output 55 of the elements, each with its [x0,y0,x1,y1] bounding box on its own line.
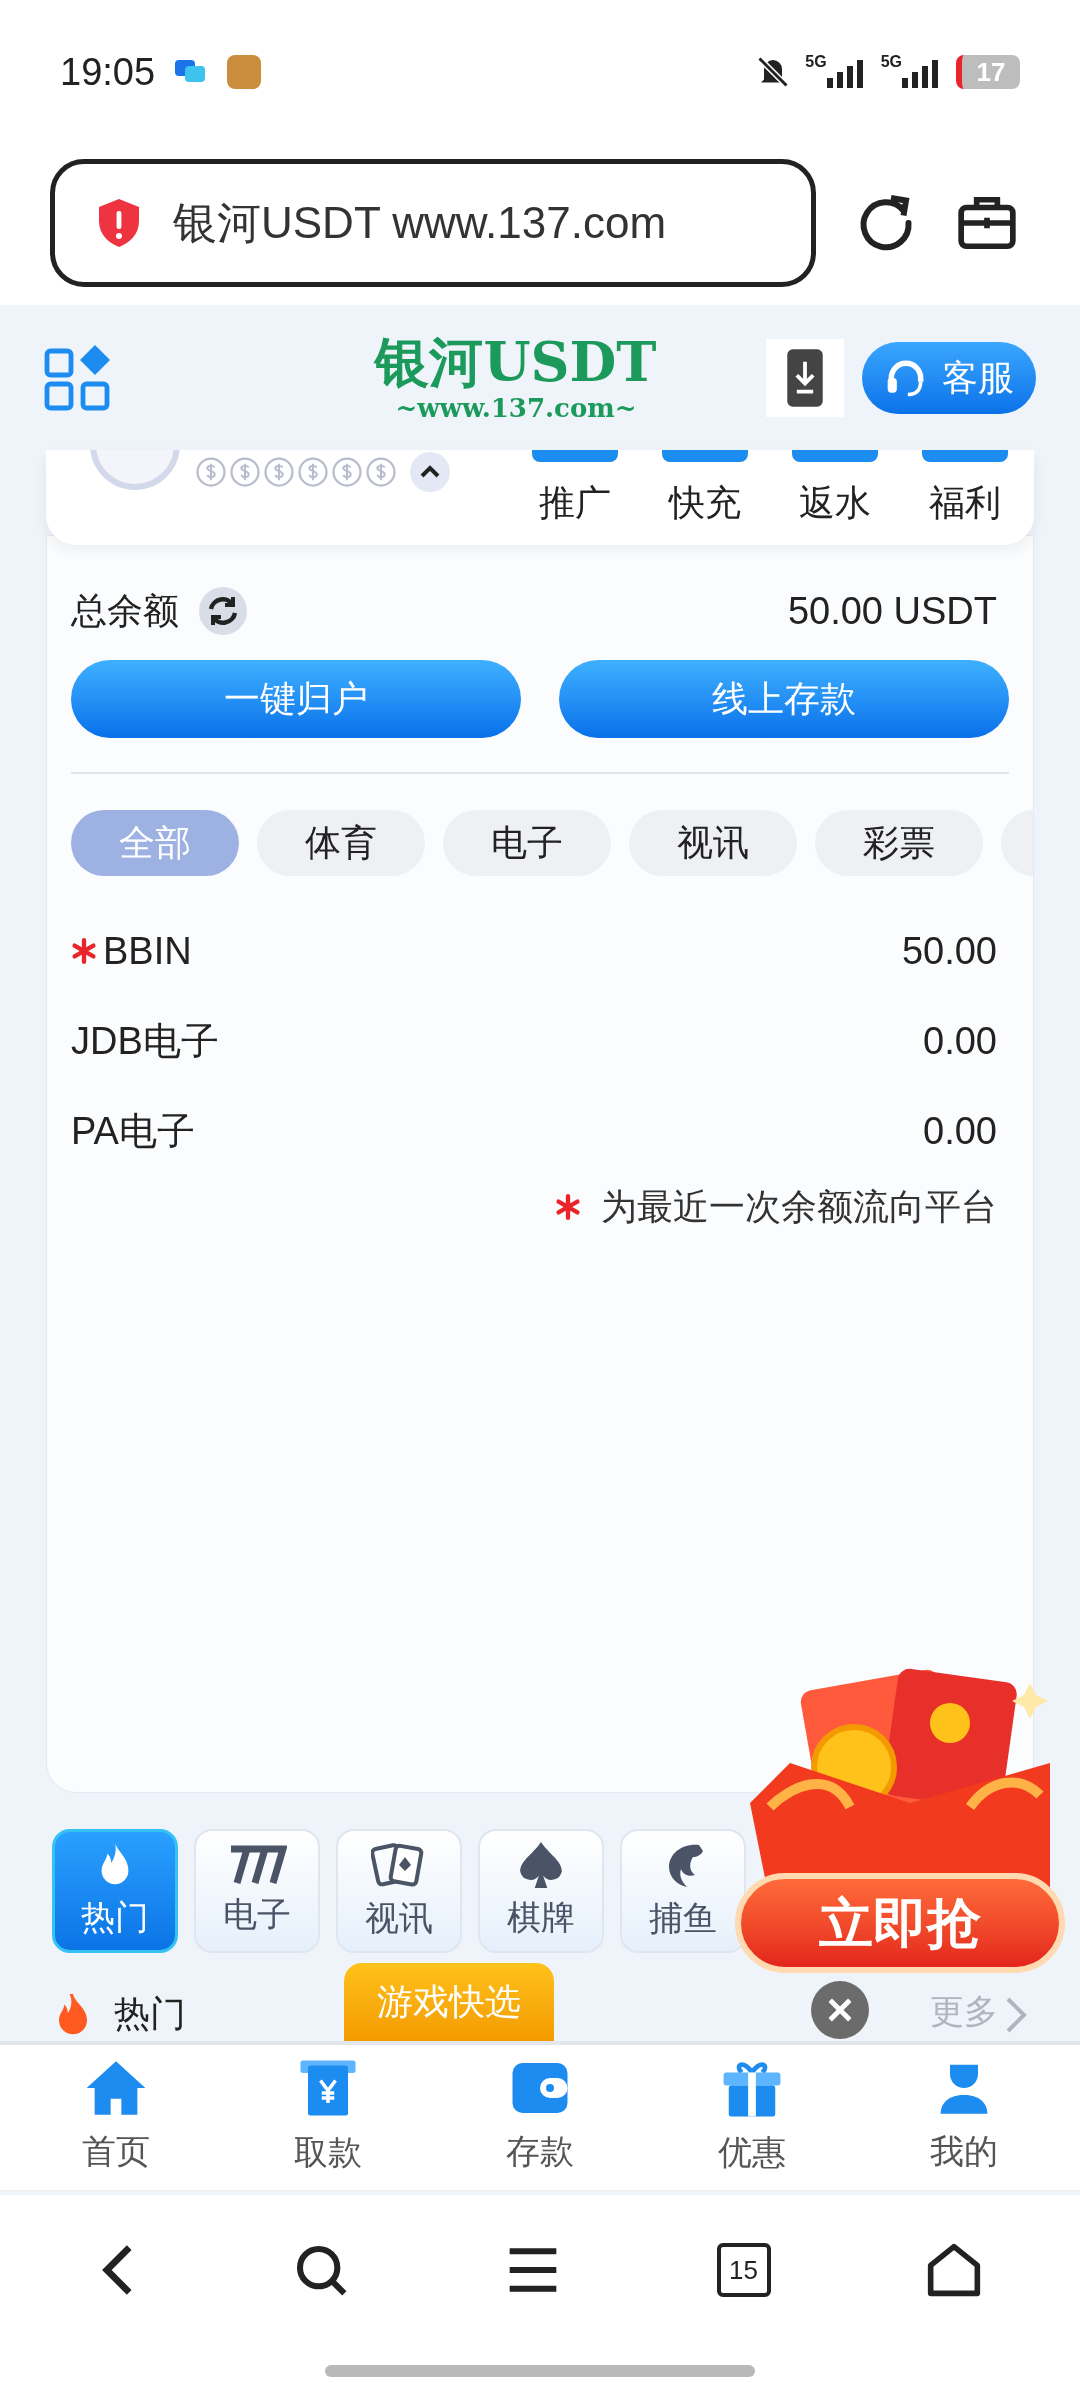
category-tab[interactable]: 棋牌 [478,1829,604,1953]
balance-label: 总余额 [71,589,179,633]
coin-icon [332,457,362,487]
filter-chip[interactable]: 电子 [443,810,611,876]
filter-chip[interactable]: 体育 [257,810,425,876]
category-tab[interactable]: 电子 [194,1829,320,1953]
category-tab[interactable]: 捕鱼 [620,1829,746,1953]
nav-item[interactable]: 我的 [894,2058,1034,2177]
platform-amount: 50.00 [901,928,997,974]
shortcut-link[interactable]: 返水 [799,476,871,530]
download-app-icon [785,347,825,408]
tabs-count-button[interactable]: 15 [716,2243,771,2297]
download-button[interactable] [766,338,844,417]
filter-chip[interactable]: 视讯 [629,810,797,876]
platform-note: 为最近一次余额流向平台 [601,1185,997,1229]
logo-title: 银河USDT [375,331,657,392]
asterisk-icon [71,938,97,964]
platform-name: PA电子 [71,1108,195,1154]
refresh-icon[interactable] [199,587,247,635]
nav-item[interactable]: 取款 [258,2057,398,2178]
category-tab[interactable]: 视讯 [336,1829,462,1953]
nav-item[interactable]: 首页 [46,2058,186,2177]
grab-now-button[interactable]: 立即抢 [735,1873,1065,1973]
close-icon [826,1996,854,2024]
coin-icon [366,457,396,487]
network-type: 5G [805,54,827,70]
asterisk-icon [555,1194,581,1220]
home-icon[interactable] [926,2242,983,2298]
filter-chip[interactable]: 彩票 [815,810,983,876]
platform-name: BBIN [103,928,192,974]
clock: 19:05 [60,49,156,95]
shortcut-link[interactable]: 福利 [929,476,1001,530]
battery-indicator: 17 [956,55,1020,89]
nav-item[interactable]: 优惠 [682,2057,822,2178]
close-button[interactable] [811,1981,869,2039]
logo-subtitle: ~www.137.com~ [395,391,637,424]
address-bar[interactable]: 银河USDT www.137.com [50,158,816,287]
shortcut-link[interactable]: 推广 [539,476,611,530]
platform-amount: 0.00 [923,1018,997,1064]
category-tab[interactable]: 热门 [52,1829,178,1953]
address-text: 银河USDT www.137.com [173,196,667,249]
section-title: 热门 [114,1992,186,2036]
platform-amount: 0.00 [923,1108,997,1154]
coin-icon [196,457,226,487]
platform-name: JDB电子 [71,1018,219,1064]
nav-item[interactable]: 存款 [470,2058,610,2177]
chevron-up-icon[interactable] [410,452,450,492]
network-type: 5G [880,54,902,70]
balance-amount: 50.00 USDT [787,588,997,634]
chevron-right-icon [1004,1995,1028,2035]
shortcut-link[interactable]: 快充 [669,476,741,530]
coin-icon [264,457,294,487]
app-icon [227,55,262,89]
coin-icon [298,457,328,487]
coin-icon [230,457,260,487]
